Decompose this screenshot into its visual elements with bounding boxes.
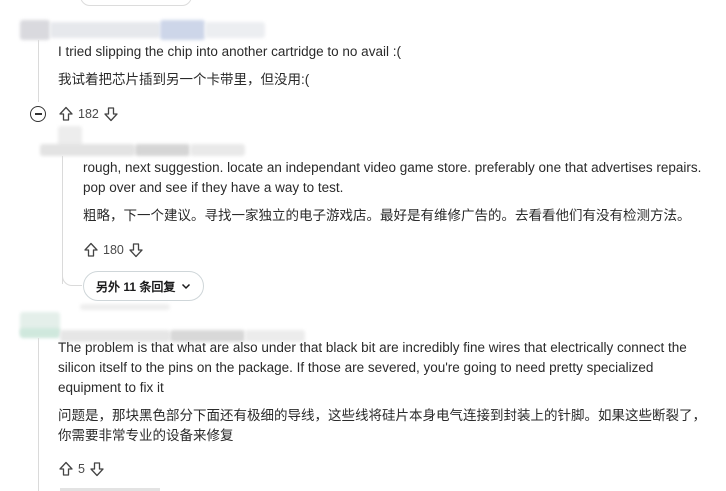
downvote-icon[interactable]	[89, 461, 105, 477]
comment-actions: 180	[83, 242, 144, 258]
vote-score: 180	[103, 243, 124, 257]
partial-top-button	[80, 0, 192, 6]
comment-text: I tried slipping the chip into another c…	[58, 44, 401, 59]
thread-line	[38, 40, 39, 102]
vote-score: 5	[78, 462, 85, 476]
comment-translation: 我试着把芯片插到另一个卡带里，但没用:(	[58, 72, 310, 87]
chevron-down-icon	[182, 283, 191, 290]
vote-score: 182	[78, 107, 99, 121]
collapse-icon[interactable]	[30, 106, 46, 122]
thread-curve	[62, 268, 82, 286]
comment-translation: 粗略，下一个建议。寻找一家独立的电子游戏店。最好是有维修广告的。去看看他们有没有…	[83, 208, 691, 223]
thread-line	[38, 338, 39, 491]
downvote-icon[interactable]	[103, 106, 119, 122]
upvote-icon[interactable]	[83, 242, 99, 258]
comment-actions: 182	[58, 106, 119, 122]
more-replies-button[interactable]: 另外 11 条回复	[83, 271, 205, 301]
comment-translation: 问题是，那块黑色部分下面还有极细的导线，这些线将硅片本身电气连接到封装上的针脚。…	[58, 408, 706, 443]
more-replies-label: 另外 11 条回复	[96, 279, 176, 294]
downvote-icon[interactable]	[128, 242, 144, 258]
upvote-icon[interactable]	[58, 461, 74, 477]
upvote-icon[interactable]	[58, 106, 74, 122]
comment-text: rough, next suggestion. locate an indepe…	[83, 160, 702, 175]
comment-text: pop over and see if they have a way to t…	[83, 180, 344, 195]
comment-actions: 5	[58, 461, 105, 477]
thread-line	[62, 156, 63, 284]
comment-text: The problem is that what are also under …	[58, 340, 687, 395]
